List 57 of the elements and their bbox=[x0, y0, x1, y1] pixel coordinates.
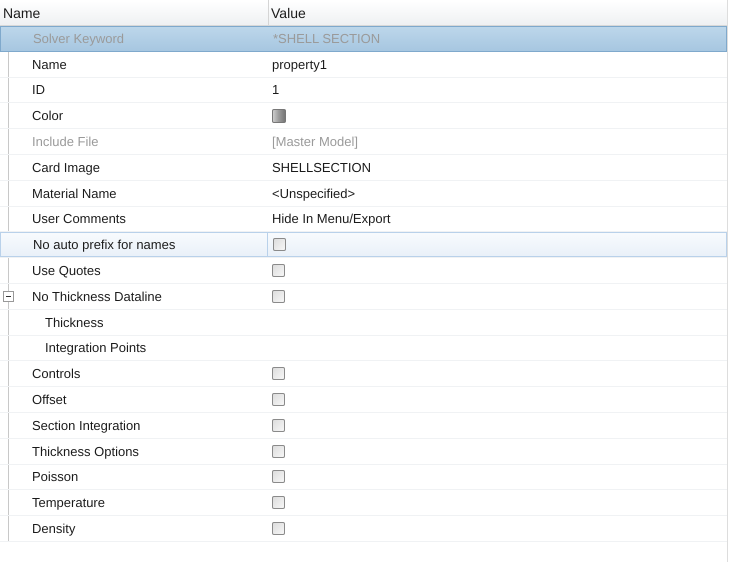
property-name: Poisson bbox=[32, 469, 78, 484]
property-value: [Master Model] bbox=[272, 134, 358, 150]
checkbox[interactable] bbox=[272, 290, 285, 303]
property-name: Thickness Options bbox=[32, 444, 139, 459]
color-swatch[interactable] bbox=[272, 108, 286, 123]
property-name: Controls bbox=[32, 366, 80, 382]
column-header[interactable]: Name bbox=[0, 0, 268, 25]
property-row[interactable]: Controls bbox=[0, 361, 727, 388]
property-value: SHELLSECTION bbox=[272, 160, 371, 175]
property-row[interactable]: Section Integration bbox=[0, 412, 727, 439]
property-name: User Comments bbox=[32, 211, 126, 226]
checkbox[interactable] bbox=[272, 418, 285, 432]
property-row[interactable]: Poisson bbox=[0, 464, 727, 490]
property-value: 1 bbox=[272, 82, 280, 98]
property-name: Color bbox=[32, 108, 64, 124]
checkbox[interactable] bbox=[273, 238, 286, 252]
property-row[interactable]: No Thickness Dataline bbox=[0, 284, 727, 310]
property-name: Temperature bbox=[32, 495, 105, 510]
property-name: No Thickness Dataline bbox=[32, 288, 162, 304]
property-name: Density bbox=[32, 521, 76, 536]
property-name: Include File bbox=[32, 134, 98, 150]
checkbox[interactable] bbox=[272, 264, 285, 278]
checkbox[interactable] bbox=[272, 522, 285, 536]
property-name: ID bbox=[32, 82, 45, 98]
property-value: *SHELL SECTION bbox=[273, 31, 380, 46]
property-row[interactable]: Offset bbox=[0, 387, 727, 413]
checkbox[interactable] bbox=[272, 367, 285, 380]
property-name: Section Integration bbox=[32, 418, 140, 433]
property-name: Name bbox=[32, 56, 67, 72]
property-row[interactable]: Temperature bbox=[0, 490, 727, 516]
property-name: No auto prefix for names bbox=[33, 237, 176, 252]
property-row[interactable]: Thickness bbox=[0, 310, 727, 336]
checkbox[interactable] bbox=[272, 470, 285, 484]
checkbox[interactable] bbox=[272, 444, 285, 458]
property-value: property1 bbox=[272, 56, 327, 72]
property-name: Solver Keyword bbox=[33, 31, 124, 46]
property-row[interactable]: Name property1 bbox=[0, 52, 727, 78]
property-row[interactable]: Thickness Options bbox=[0, 438, 727, 465]
property-name: Offset bbox=[32, 392, 66, 408]
property-name: Card Image bbox=[32, 160, 100, 175]
column-header[interactable]: Value bbox=[268, 0, 727, 25]
property-row[interactable]: Density bbox=[0, 516, 727, 542]
checkbox[interactable] bbox=[272, 496, 285, 510]
property-row[interactable]: Color bbox=[0, 103, 727, 130]
property-name: Integration Points bbox=[45, 340, 146, 356]
property-value: <Unspecified> bbox=[272, 186, 356, 201]
property-name: Use Quotes bbox=[32, 263, 101, 278]
property-row[interactable]: Use Quotes bbox=[0, 258, 727, 284]
property-row[interactable]: Card Image SHELLSECTION bbox=[0, 154, 727, 181]
property-row[interactable]: Material Name <Unspecified> bbox=[0, 180, 727, 207]
property-name: Thickness bbox=[45, 314, 104, 330]
property-name: Material Name bbox=[32, 186, 117, 201]
checkbox[interactable] bbox=[272, 393, 285, 406]
property-row[interactable]: Integration Points bbox=[0, 336, 727, 362]
property-row[interactable]: ID 1 bbox=[0, 78, 727, 104]
collapse-icon[interactable] bbox=[3, 290, 14, 302]
property-value: Hide In Menu/Export bbox=[272, 211, 391, 226]
